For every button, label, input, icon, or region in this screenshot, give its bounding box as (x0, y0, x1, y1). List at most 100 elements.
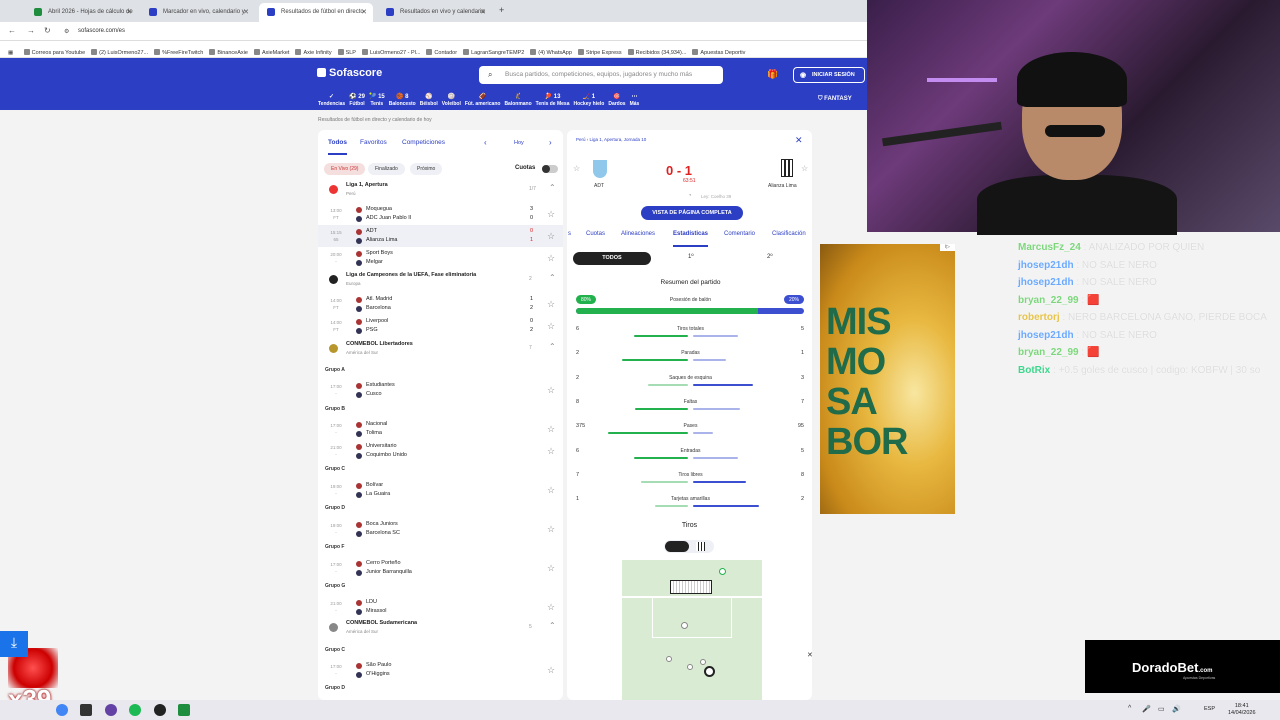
close-icon[interactable]: ✕ (795, 135, 803, 146)
filter-finished[interactable]: Finalizado (368, 163, 405, 175)
chat-username[interactable]: jhosep21dh (1018, 277, 1074, 288)
tab-commentary[interactable]: Comentario (724, 231, 755, 237)
tab-favoritos[interactable]: Favoritos (360, 139, 387, 146)
star-icon[interactable]: ☆ (573, 164, 580, 173)
odds-toggle[interactable] (542, 165, 558, 173)
star-icon[interactable]: ☆ (547, 231, 555, 242)
match-row[interactable]: 19:00 - Bolívar La Guaira ☆ (318, 479, 563, 501)
filter-live[interactable]: En Vivo (29) (324, 163, 366, 175)
shot-marker[interactable] (700, 659, 706, 665)
bookmark-item[interactable]: Axie Infinity (295, 49, 332, 56)
sport-tab[interactable]: 🏈 Fút. americano (465, 93, 501, 107)
close-icon[interactable]: ✕ (243, 8, 249, 16)
shot-marker[interactable] (681, 622, 688, 629)
sport-tab[interactable]: 🏀 8 Baloncesto (389, 93, 416, 107)
chat-username[interactable]: jhosep21dh (1018, 330, 1074, 341)
sport-tab[interactable]: 🤾 Balonmano (504, 93, 531, 107)
apps-icon[interactable]: ▦ (8, 50, 13, 56)
match-row[interactable]: 21:00 - LDU Mirassol ☆ (318, 596, 563, 618)
sport-tab[interactable]: 🏐 Voleibol (442, 93, 461, 107)
tray-chevron-icon[interactable]: ^ (1128, 705, 1131, 712)
login-button[interactable]: ◉ INICIAR SESIÓN (793, 67, 865, 83)
collapse-icon[interactable]: ⌃ (549, 273, 556, 282)
bookmark-item[interactable]: Contador (426, 49, 457, 56)
back-icon[interactable]: ← (8, 26, 16, 35)
sport-tab[interactable]: 🏓 13 Tenis de Mesa (536, 93, 570, 107)
match-row[interactable]: 20:00 - Sport Boys Melgar ☆ (318, 247, 563, 269)
match-row[interactable]: 13:00 FT Moquegua ADC Juan Pablo II 3 0 ☆ (318, 203, 563, 225)
tab-statistics[interactable]: Estadísticas (673, 231, 709, 247)
site-info-icon[interactable]: ⚙ (64, 28, 69, 35)
new-tab-button[interactable]: + (499, 5, 504, 15)
star-icon[interactable]: ☆ (547, 321, 555, 332)
star-icon[interactable]: ☆ (547, 424, 555, 435)
download-icon[interactable]: ⤓ (0, 631, 28, 657)
prev-day-icon[interactable]: ‹ (484, 138, 487, 147)
away-team-name[interactable]: Alianza Lima (768, 183, 797, 189)
match-row[interactable]: 19:00 - Boca Juniors Barcelona SC ☆ (318, 518, 563, 540)
league-name[interactable]: Liga 1, Apertura (346, 182, 388, 188)
shot-marker[interactable] (687, 664, 693, 670)
close-icon[interactable]: ✕ (480, 8, 486, 16)
reload-icon[interactable]: ↻ (44, 26, 51, 35)
app-icon[interactable] (105, 704, 117, 716)
day-selector[interactable]: Hoy (514, 140, 524, 146)
collapse-icon[interactable]: ⌃ (549, 621, 556, 630)
league-name[interactable]: CONMEBOL Sudamericana (346, 620, 417, 626)
spotify-icon[interactable] (129, 704, 141, 716)
browser-tab[interactable]: Abril 2026 - Hojas de cálculo de ✕ (26, 3, 138, 22)
site-logo[interactable]: Sofascore (317, 67, 382, 79)
star-icon[interactable]: ☆ (547, 299, 555, 310)
url-field[interactable]: sofascore.com/es (78, 28, 125, 34)
tab-summary[interactable]: s (568, 231, 571, 237)
bookmark-item[interactable]: LuisOrmeno27 - Pl... (361, 49, 420, 56)
bookmark-item[interactable]: AxieMarket (253, 49, 289, 56)
browser-tab[interactable]: Resultados en vivo y calendario ✕ (378, 3, 492, 22)
league-name[interactable]: CONMEBOL Libertadores (346, 341, 413, 347)
bookmark-item[interactable]: Correos para Youtube (23, 49, 85, 56)
sport-tab[interactable]: ⚽ 29 Fútbol (349, 93, 365, 107)
chat-username[interactable]: jhosep21dh (1018, 260, 1074, 271)
obs-icon[interactable] (154, 704, 166, 716)
match-row[interactable]: 21:00 - Universitario Coquimbo Unido ☆ (318, 440, 563, 462)
bookmark-item[interactable]: Recibidos (34,934)... (627, 49, 686, 56)
network-icon[interactable]: ▭ (1158, 705, 1165, 713)
chat-username[interactable]: MarcusFz_24 (1018, 242, 1081, 253)
ad-info-icon[interactable]: i▷ (940, 244, 955, 251)
match-breadcrumb[interactable]: Perú › Liga 1, Apertura, Jornada 10 (576, 137, 646, 142)
chrome-icon[interactable] (56, 704, 68, 716)
star-icon[interactable]: ☆ (547, 602, 555, 613)
app-icon[interactable] (178, 704, 190, 716)
period-second-half[interactable]: 2º (767, 254, 773, 260)
advertisement[interactable]: MIS MO SA BOR i▷ (820, 244, 955, 514)
tab-competiciones[interactable]: Competiciones (402, 139, 445, 146)
chat-username[interactable]: robertorj (1018, 312, 1060, 323)
fantasy-link[interactable]: ⛉ FANTASY (818, 96, 852, 103)
filter-upcoming[interactable]: Próximo (410, 163, 443, 175)
star-icon[interactable]: ☆ (547, 385, 555, 396)
star-icon[interactable]: ☆ (547, 665, 555, 676)
chat-username[interactable]: bryan_22_99 (1018, 295, 1079, 306)
star-icon[interactable]: ☆ (547, 446, 555, 457)
mic-icon[interactable]: 🎤 (1142, 705, 1151, 713)
period-all[interactable]: TODOS (573, 252, 651, 265)
star-icon[interactable]: ☆ (547, 485, 555, 496)
close-icon[interactable]: ✕ (126, 8, 132, 16)
next-day-icon[interactable]: › (549, 138, 552, 147)
star-icon[interactable]: ☆ (547, 253, 555, 264)
collapse-icon[interactable]: ⌃ (549, 183, 556, 192)
sport-tab[interactable]: ⋯ Más (630, 93, 640, 107)
system-clock[interactable]: 18:41 14/04/2026 (1228, 703, 1256, 717)
period-first-half[interactable]: 1º (688, 254, 694, 260)
home-shots-toggle[interactable] (665, 541, 689, 552)
shot-marker-selected[interactable] (704, 666, 715, 677)
sport-tab[interactable]: 🎾 15 Tenis (369, 93, 385, 107)
close-icon[interactable]: ✕ (807, 651, 813, 659)
bookmark-item[interactable]: BinanceAxie (209, 49, 248, 56)
app-icon[interactable] (80, 704, 92, 716)
forward-icon[interactable]: → (27, 26, 35, 35)
full-page-button[interactable]: VISTA DE PÁGINA COMPLETA (641, 206, 743, 220)
browser-tab[interactable]: Marcador en vivo, calendario y ✕ (141, 3, 255, 22)
bookmark-item[interactable]: (4) WhatsApp (530, 49, 572, 56)
browser-tab-active[interactable]: Resultados de fútbol en directo ✕ (259, 3, 373, 22)
